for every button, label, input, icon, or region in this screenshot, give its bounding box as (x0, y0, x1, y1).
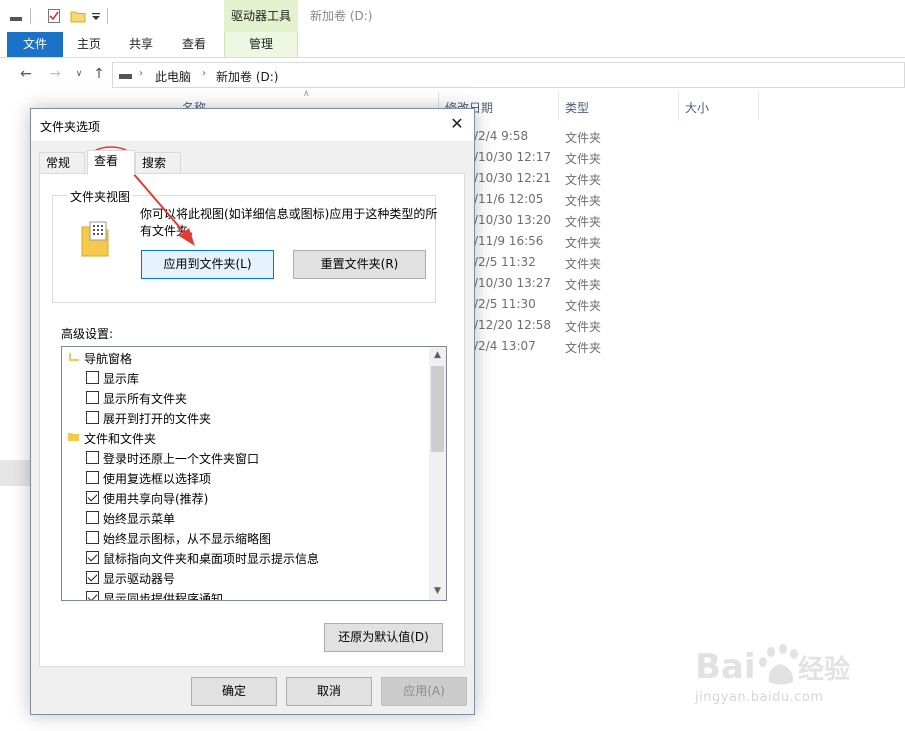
baidu-jingyan-watermark: Bai 经验 jingyan.baidu.com (695, 640, 885, 720)
dialog-title: 文件夹选项 (40, 120, 101, 134)
list-item[interactable]: 使用共享向导(推荐) (62, 487, 428, 507)
table-row[interactable]: /2/4 9:58 文件夹 (440, 126, 760, 147)
nav-pane-folder-icon (69, 353, 79, 361)
scroll-thumb[interactable] (431, 366, 444, 452)
baidu-logo-icon: Bai 经验 (695, 644, 850, 687)
ribbon-tabs: 文件 主页 共享 查看 管理 (0, 32, 905, 58)
checkbox[interactable] (86, 391, 99, 404)
checkbox[interactable] (86, 551, 99, 564)
svg-text:Bai: Bai (695, 647, 756, 687)
checkbox[interactable] (86, 471, 99, 484)
folder-views-description: 你可以将此视图(如详细信息或图标)应用于这种类型的所有文件夹。 (140, 207, 438, 238)
watermark-url: jingyan.baidu.com (695, 690, 824, 705)
checkbox[interactable] (86, 411, 99, 424)
advanced-settings-label: 高级设置: (61, 327, 114, 341)
breadcrumb-drive[interactable]: 新加卷 (D:) (216, 68, 278, 85)
list-item: 导航窗格 (62, 347, 428, 367)
tab-view[interactable]: 查看 (87, 150, 135, 175)
tab-manage[interactable]: 管理 (224, 32, 298, 57)
table-row[interactable]: /2/4 13:07 文件夹 (440, 336, 760, 357)
list-item[interactable]: 使用复选框以选择项 (62, 467, 428, 487)
address-bar[interactable]: › 此电脑 › 新加卷 (D:) (112, 62, 905, 88)
toolbar-separator (107, 8, 108, 24)
checkbox[interactable] (86, 451, 99, 464)
restore-defaults-button[interactable]: 还原为默认值(D) (324, 623, 443, 652)
recent-locations-chevron-icon[interactable]: ∨ (71, 66, 87, 82)
customize-toolbar-icon[interactable] (90, 8, 102, 24)
forward-arrow-icon[interactable]: → (47, 66, 63, 82)
navigation-bar: ← → ∨ ↑ › 此电脑 › 新加卷 (D:) (0, 58, 905, 92)
window-title: 新加卷 (D:) (310, 9, 373, 23)
checkbox[interactable] (86, 571, 99, 584)
close-icon[interactable]: ✕ (446, 114, 468, 136)
vertical-scrollbar[interactable]: ▲ ▼ (429, 347, 446, 600)
table-row[interactable]: /2/5 11:32 文件夹 (440, 252, 760, 273)
table-row[interactable]: /2/5 11:30 文件夹 (440, 294, 760, 315)
folder-views-label: 文件夹视图 (67, 188, 134, 205)
table-row[interactable]: /12/20 12:58 文件夹 (440, 315, 760, 336)
list-item: 文件和文件夹 (62, 427, 428, 447)
list-item[interactable]: 始终显示图标，从不显示缩略图 (62, 527, 428, 547)
ok-button[interactable]: 确定 (191, 677, 277, 706)
drive-icon[interactable] (8, 8, 24, 24)
list-item[interactable]: 始终显示菜单 (62, 507, 428, 527)
drive-icon (119, 74, 132, 79)
quick-access-toolbar (0, 0, 905, 32)
checkbox[interactable] (86, 371, 99, 384)
apply-to-folders-button[interactable]: 应用到文件夹(L) (141, 250, 274, 279)
drive-tools-group: 驱动器工具 (224, 0, 298, 32)
table-row[interactable]: /10/30 13:20 文件夹 (440, 210, 760, 231)
list-item[interactable]: 鼠标指向文件夹和桌面项时显示提示信息 (62, 547, 428, 567)
table-row[interactable]: /11/6 12:05 文件夹 (440, 189, 760, 210)
table-row[interactable]: /10/30 13:27 文件夹 (440, 273, 760, 294)
scroll-down-icon[interactable]: ▼ (429, 583, 446, 600)
folder-view-icon (81, 221, 109, 257)
folder-options-dialog: 文件夹选项 ✕ 常规 查看 搜索 文件夹视图 你可以将此视图(如详细信息或图标)… (30, 108, 475, 715)
toolbar-separator (30, 8, 31, 24)
up-arrow-icon[interactable]: ↑ (91, 66, 107, 82)
apply-button[interactable]: 应用(A) (381, 677, 467, 706)
checkbox[interactable] (86, 511, 99, 524)
cancel-button[interactable]: 取消 (286, 677, 372, 706)
new-folder-icon[interactable] (70, 8, 86, 24)
tab-view[interactable]: 查看 (173, 32, 215, 57)
tab-general[interactable]: 常规 (39, 152, 85, 174)
list-item[interactable]: 登录时还原上一个文件夹窗口 (62, 447, 428, 467)
list-item[interactable]: 展开到打开的文件夹 (62, 407, 428, 427)
back-arrow-icon[interactable]: ← (18, 66, 34, 82)
column-header-type[interactable]: 类型 (559, 92, 679, 120)
tab-home[interactable]: 主页 (68, 32, 110, 57)
scroll-up-icon[interactable]: ▲ (429, 347, 446, 364)
breadcrumb-chevron-icon[interactable]: › (202, 68, 206, 79)
dialog-titlebar: 文件夹选项 ✕ (31, 109, 474, 141)
list-item[interactable]: 显示库 (62, 367, 428, 387)
checkbox[interactable] (86, 591, 99, 600)
svg-text:经验: 经验 (798, 654, 850, 685)
folder-icon (68, 433, 79, 441)
tab-share[interactable]: 共享 (120, 32, 162, 57)
tab-search[interactable]: 搜索 (135, 152, 181, 174)
properties-icon[interactable] (46, 8, 62, 24)
advanced-settings-list[interactable]: 导航窗格 显示库 显示所有文件夹 展开到打开的文件夹 文件和文件夹 登录时还原上… (61, 346, 447, 601)
reset-folders-button[interactable]: 重置文件夹(R) (293, 250, 426, 279)
list-item[interactable]: 显示同步提供程序通知 (62, 587, 428, 600)
table-row[interactable]: /10/30 12:17 文件夹 (440, 147, 760, 168)
checkbox[interactable] (86, 531, 99, 544)
breadcrumb-this-pc[interactable]: 此电脑 (155, 68, 191, 85)
table-row[interactable]: /11/9 16:56 文件夹 (440, 231, 760, 252)
navigation-pane-selected-item[interactable] (0, 460, 30, 486)
tab-file[interactable]: 文件 (7, 32, 63, 57)
breadcrumb-chevron-icon[interactable]: › (139, 68, 143, 79)
table-row[interactable]: /10/30 12:21 文件夹 (440, 168, 760, 189)
list-item[interactable]: 显示所有文件夹 (62, 387, 428, 407)
list-item[interactable]: 显示驱动器号 (62, 567, 428, 587)
column-header-size[interactable]: 大小 (679, 92, 759, 120)
checkbox[interactable] (86, 491, 99, 504)
